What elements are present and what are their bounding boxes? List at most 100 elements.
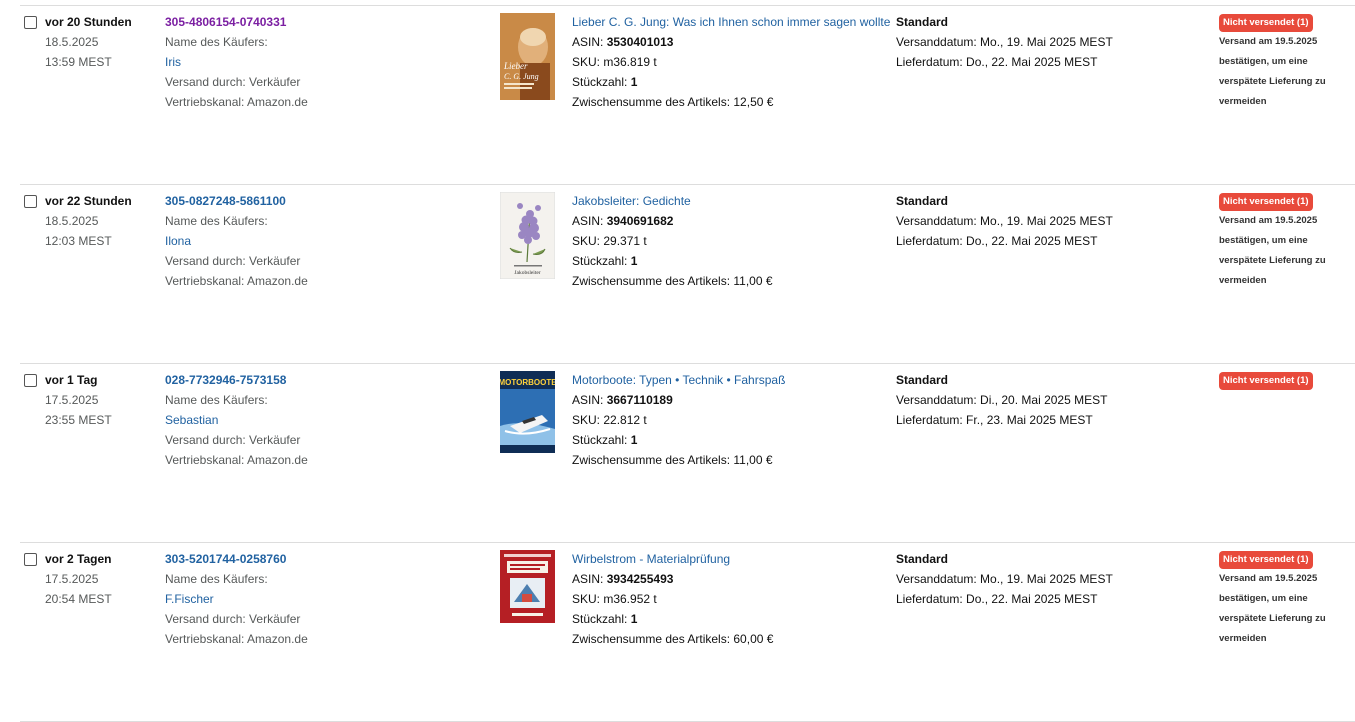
ship-by-date: Versanddatum: Mo., 19. Mai 2025 MEST [896, 35, 1113, 49]
status-badge: Nicht versendet (1) [1219, 193, 1313, 211]
deliver-by-date: Lieferdatum: Do., 22. Mai 2025 MEST [896, 55, 1098, 69]
product-quantity: Stückzahl: 1 [572, 430, 637, 450]
buyer-name-label: Name des Käufers: [165, 572, 268, 586]
buyer-name-link[interactable]: Ilona [165, 231, 191, 251]
order-date: 17.5.2025 [45, 393, 99, 407]
row-select-checkbox[interactable] [24, 16, 37, 29]
deliver-by-date: Lieferdatum: Do., 22. Mai 2025 MEST [896, 592, 1098, 606]
product-sku: SKU: 22.812 t [572, 413, 647, 427]
deliver-by-date: Lieferdatum: Do., 22. Mai 2025 MEST [896, 234, 1098, 248]
item-subtotal: Zwischensumme des Artikels: 60,00 € [572, 632, 774, 646]
asin-label: ASIN: [572, 214, 604, 228]
product-title-link[interactable]: Jakobsleiter: Gedichte [572, 191, 691, 211]
order-time: 13:59 MEST [45, 55, 112, 69]
asin-label: ASIN: [572, 393, 604, 407]
product-asin: ASIN: 3667110189 [572, 390, 673, 410]
status-note-line: vermeiden [1219, 633, 1267, 644]
item-subtotal: Zwischensumme des Artikels: 11,00 € [572, 274, 773, 288]
order-row: vor 1 Tag 17.5.2025 23:55 MEST 028-77329… [0, 364, 1355, 543]
order-time: 20:54 MEST [45, 592, 112, 606]
order-time: 23:55 MEST [45, 413, 112, 427]
ship-by-date: Versanddatum: Mo., 19. Mai 2025 MEST [896, 214, 1113, 228]
fulfilled-by: Versand durch: Verkäufer [165, 612, 301, 626]
order-date: 18.5.2025 [45, 214, 99, 228]
book-cover-lieber-cg-jung[interactable]: Lieber C. G. Jung [500, 13, 555, 100]
asin-value: 3934255493 [606, 572, 674, 586]
fulfilled-by: Versand durch: Verkäufer [165, 75, 301, 89]
order-date: 18.5.2025 [45, 35, 99, 49]
fulfilled-by: Versand durch: Verkäufer [165, 254, 301, 268]
order-age: vor 20 Stunden [45, 15, 132, 29]
status-note-line: verspätete Lieferung zu [1219, 613, 1326, 624]
status-note-line: bestätigen, um eine [1219, 593, 1308, 604]
quantity-label: Stückzahl: [572, 612, 628, 626]
status-note-line: verspätete Lieferung zu [1219, 255, 1326, 266]
status-note-line: vermeiden [1219, 275, 1267, 286]
product-sku: SKU: m36.952 t [572, 592, 657, 606]
asin-value: 3940691682 [606, 214, 674, 228]
status-badge: Nicht versendet (1) [1219, 551, 1313, 569]
buyer-name-link[interactable]: Iris [165, 52, 181, 72]
order-id-link[interactable]: 303-5201744-0258760 [165, 549, 286, 569]
cover-title: MOTORBOOTE [500, 378, 555, 387]
order-age: vor 1 Tag [45, 373, 98, 387]
buyer-name-link[interactable]: Sebastian [165, 410, 218, 430]
status-note-line: bestätigen, um eine [1219, 235, 1308, 246]
order-row: vor 2 Tagen 17.5.2025 20:54 MEST 303-520… [0, 543, 1355, 722]
status-badge: Nicht versendet (1) [1219, 372, 1313, 390]
product-sku: SKU: 29.371 t [572, 234, 647, 248]
asin-value: 3530401013 [606, 35, 674, 49]
asin-label: ASIN: [572, 35, 604, 49]
sales-channel: Vertriebskanal: Amazon.de [165, 453, 308, 467]
order-id-link[interactable]: 305-4806154-0740331 [165, 12, 286, 32]
status-note-line: vermeiden [1219, 96, 1267, 107]
quantity-label: Stückzahl: [572, 433, 628, 447]
row-select-checkbox[interactable] [24, 195, 37, 208]
product-asin: ASIN: 3940691682 [572, 211, 673, 231]
buyer-name-label: Name des Käufers: [165, 35, 268, 49]
quantity-label: Stückzahl: [572, 254, 628, 268]
order-age: vor 2 Tagen [45, 552, 112, 566]
status-note-line: Versand am 19.5.2025 [1219, 573, 1318, 584]
ship-by-date: Versanddatum: Mo., 19. Mai 2025 MEST [896, 572, 1113, 586]
product-asin: ASIN: 3934255493 [572, 569, 673, 589]
quantity-value: 1 [630, 612, 638, 626]
book-cover-jakobsleiter[interactable]: Jakobsleiter [500, 192, 555, 279]
asin-label: ASIN: [572, 572, 604, 586]
order-id-link[interactable]: 028-7732946-7573158 [165, 370, 286, 390]
shipping-service: Standard [896, 194, 949, 208]
order-id-link[interactable]: 305-0827248-5861100 [165, 191, 286, 211]
row-select-checkbox[interactable] [24, 374, 37, 387]
sales-channel: Vertriebskanal: Amazon.de [165, 632, 308, 646]
cover-title: Jakobsleiter [514, 270, 540, 276]
product-title-link[interactable]: Wirbelstrom - Materialprüfung [572, 549, 730, 569]
product-title-link[interactable]: Lieber C. G. Jung: Was ich Ihnen schon i… [572, 12, 890, 32]
buyer-name-label: Name des Käufers: [165, 393, 268, 407]
product-asin: ASIN: 3530401013 [572, 32, 673, 52]
sales-channel: Vertriebskanal: Amazon.de [165, 95, 308, 109]
product-quantity: Stückzahl: 1 [572, 72, 637, 92]
product-sku: SKU: m36.819 t [572, 55, 657, 69]
quantity-value: 1 [630, 75, 638, 89]
order-age: vor 22 Stunden [45, 194, 132, 208]
book-cover-motorboote[interactable]: MOTORBOOTE [500, 371, 555, 458]
buyer-name-label: Name des Käufers: [165, 214, 268, 228]
order-row: vor 22 Stunden 18.5.2025 12:03 MEST 305-… [0, 185, 1355, 364]
buyer-name-link[interactable]: F.Fischer [165, 589, 214, 609]
item-subtotal: Zwischensumme des Artikels: 12,50 € [572, 95, 774, 109]
shipping-service: Standard [896, 15, 949, 29]
order-row: vor 20 Stunden 18.5.2025 13:59 MEST 305-… [0, 6, 1355, 185]
order-date: 17.5.2025 [45, 572, 99, 586]
status-note-line: verspätete Lieferung zu [1219, 76, 1326, 87]
product-title-link[interactable]: Motorboote: Typen • Technik • Fahrspaß [572, 370, 785, 390]
row-select-checkbox[interactable] [24, 553, 37, 566]
ship-by-date: Versanddatum: Di., 20. Mai 2025 MEST [896, 393, 1108, 407]
book-cover-wirbelstrom[interactable] [500, 550, 555, 637]
quantity-value: 1 [630, 433, 638, 447]
fulfilled-by: Versand durch: Verkäufer [165, 433, 301, 447]
status-badge: Nicht versendet (1) [1219, 14, 1313, 32]
status-note-line: Versand am 19.5.2025 [1219, 36, 1318, 47]
cover-title-line-1: Lieber [503, 61, 528, 71]
sales-channel: Vertriebskanal: Amazon.de [165, 274, 308, 288]
product-quantity: Stückzahl: 1 [572, 609, 637, 629]
